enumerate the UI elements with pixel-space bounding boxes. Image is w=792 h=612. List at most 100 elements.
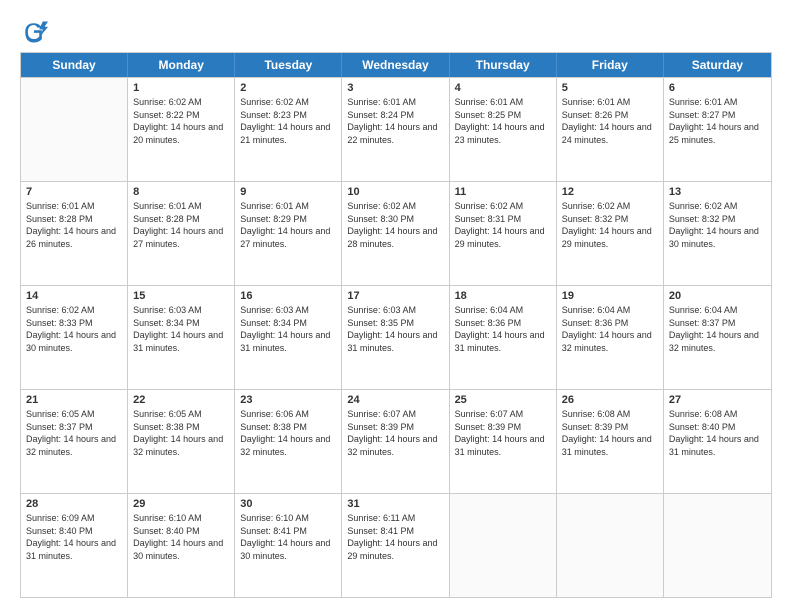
calendar-cell: [664, 494, 771, 597]
calendar-cell: [557, 494, 664, 597]
day-number: 14: [26, 290, 122, 302]
calendar-week: 28 Sunrise: 6:09 AM Sunset: 8:40 PM Dayli…: [21, 493, 771, 597]
cell-info: Sunrise: 6:05 AM Sunset: 8:37 PM Dayligh…: [26, 408, 122, 458]
cell-info: Sunrise: 6:01 AM Sunset: 8:26 PM Dayligh…: [562, 96, 658, 146]
day-number: 4: [455, 82, 551, 94]
day-number: 11: [455, 186, 551, 198]
calendar-cell: 1 Sunrise: 6:02 AM Sunset: 8:22 PM Daylig…: [128, 78, 235, 181]
calendar-cell: 16Sunrise: 6:03 AM Sunset: 8:34 PM Dayli…: [235, 286, 342, 389]
cell-info: Sunrise: 6:10 AM Sunset: 8:40 PM Dayligh…: [133, 512, 229, 562]
calendar-cell: 23 Sunrise: 6:06 AM Sunset: 8:38 PM Dayli…: [235, 390, 342, 493]
day-number: 20: [669, 290, 766, 302]
calendar: SundayMondayTuesdayWednesdayThursdayFrid…: [20, 52, 772, 598]
cell-info: Sunrise: 6:04 AM Sunset: 8:36 PM Dayligh…: [562, 304, 658, 354]
day-number: 2: [240, 82, 336, 94]
calendar-cell: 26Sunrise: 6:08 AM Sunset: 8:39 PM Dayli…: [557, 390, 664, 493]
day-number: 12: [562, 186, 658, 198]
cell-info: Sunrise: 6:08 AM Sunset: 8:40 PM Dayligh…: [669, 408, 766, 458]
day-number: 19: [562, 290, 658, 302]
calendar-cell: 18 Sunrise: 6:04 AM Sunset: 8:36 PM Dayli…: [450, 286, 557, 389]
cell-info: Sunrise: 6:04 AM Sunset: 8:36 PM Dayligh…: [455, 304, 551, 354]
cell-info: Sunrise: 6:08 AM Sunset: 8:39 PM Dayligh…: [562, 408, 658, 458]
calendar-cell: 22 Sunrise: 6:05 AM Sunset: 8:38 PM Dayli…: [128, 390, 235, 493]
day-number: 8: [133, 186, 229, 198]
calendar-cell: 8Sunrise: 6:01 AM Sunset: 8:28 PM Daylig…: [128, 182, 235, 285]
day-number: 1: [133, 82, 229, 94]
calendar-week: 1 Sunrise: 6:02 AM Sunset: 8:22 PM Daylig…: [21, 77, 771, 181]
cell-info: Sunrise: 6:04 AM Sunset: 8:37 PM Dayligh…: [669, 304, 766, 354]
day-number: 28: [26, 498, 122, 510]
cell-info: Sunrise: 6:02 AM Sunset: 8:23 PM Dayligh…: [240, 96, 336, 146]
day-number: 27: [669, 394, 766, 406]
calendar-cell: 9 Sunrise: 6:01 AM Sunset: 8:29 PM Daylig…: [235, 182, 342, 285]
cell-info: Sunrise: 6:09 AM Sunset: 8:40 PM Dayligh…: [26, 512, 122, 562]
calendar-page: SundayMondayTuesdayWednesdayThursdayFrid…: [0, 0, 792, 612]
calendar-header-cell: Wednesday: [342, 53, 449, 77]
calendar-cell: 29 Sunrise: 6:10 AM Sunset: 8:40 PM Dayli…: [128, 494, 235, 597]
cell-info: Sunrise: 6:02 AM Sunset: 8:33 PM Dayligh…: [26, 304, 122, 354]
cell-info: Sunrise: 6:11 AM Sunset: 8:41 PM Dayligh…: [347, 512, 443, 562]
calendar-week: 21 Sunrise: 6:05 AM Sunset: 8:37 PM Dayli…: [21, 389, 771, 493]
day-number: 23: [240, 394, 336, 406]
calendar-cell: 20 Sunrise: 6:04 AM Sunset: 8:37 PM Dayli…: [664, 286, 771, 389]
day-number: 3: [347, 82, 443, 94]
cell-info: Sunrise: 6:02 AM Sunset: 8:22 PM Dayligh…: [133, 96, 229, 146]
cell-info: Sunrise: 6:05 AM Sunset: 8:38 PM Dayligh…: [133, 408, 229, 458]
day-number: 7: [26, 186, 122, 198]
day-number: 24: [347, 394, 443, 406]
cell-info: Sunrise: 6:01 AM Sunset: 8:24 PM Dayligh…: [347, 96, 443, 146]
calendar-cell: 11Sunrise: 6:02 AM Sunset: 8:31 PM Dayli…: [450, 182, 557, 285]
cell-info: Sunrise: 6:06 AM Sunset: 8:38 PM Dayligh…: [240, 408, 336, 458]
day-number: 17: [347, 290, 443, 302]
calendar-cell: 25Sunrise: 6:07 AM Sunset: 8:39 PM Dayli…: [450, 390, 557, 493]
calendar-cell: 31 Sunrise: 6:11 AM Sunset: 8:41 PM Dayli…: [342, 494, 449, 597]
calendar-cell: 21 Sunrise: 6:05 AM Sunset: 8:37 PM Dayli…: [21, 390, 128, 493]
day-number: 21: [26, 394, 122, 406]
calendar-header-cell: Tuesday: [235, 53, 342, 77]
calendar-cell: [21, 78, 128, 181]
cell-info: Sunrise: 6:01 AM Sunset: 8:27 PM Dayligh…: [669, 96, 766, 146]
calendar-cell: 7 Sunrise: 6:01 AM Sunset: 8:28 PM Daylig…: [21, 182, 128, 285]
calendar-cell: 10Sunrise: 6:02 AM Sunset: 8:30 PM Dayli…: [342, 182, 449, 285]
calendar-body: 1 Sunrise: 6:02 AM Sunset: 8:22 PM Daylig…: [21, 77, 771, 597]
calendar-cell: 17Sunrise: 6:03 AM Sunset: 8:35 PM Dayli…: [342, 286, 449, 389]
calendar-cell: 30 Sunrise: 6:10 AM Sunset: 8:41 PM Dayli…: [235, 494, 342, 597]
cell-info: Sunrise: 6:10 AM Sunset: 8:41 PM Dayligh…: [240, 512, 336, 562]
calendar-cell: 5 Sunrise: 6:01 AM Sunset: 8:26 PM Daylig…: [557, 78, 664, 181]
day-number: 15: [133, 290, 229, 302]
day-number: 30: [240, 498, 336, 510]
calendar-cell: 28 Sunrise: 6:09 AM Sunset: 8:40 PM Dayli…: [21, 494, 128, 597]
calendar-week: 14 Sunrise: 6:02 AM Sunset: 8:33 PM Dayli…: [21, 285, 771, 389]
cell-info: Sunrise: 6:01 AM Sunset: 8:28 PM Dayligh…: [26, 200, 122, 250]
calendar-cell: 6 Sunrise: 6:01 AM Sunset: 8:27 PM Daylig…: [664, 78, 771, 181]
calendar-cell: 15 Sunrise: 6:03 AM Sunset: 8:34 PM Dayli…: [128, 286, 235, 389]
calendar-cell: 19 Sunrise: 6:04 AM Sunset: 8:36 PM Dayli…: [557, 286, 664, 389]
calendar-header-cell: Sunday: [21, 53, 128, 77]
calendar-cell: 4Sunrise: 6:01 AM Sunset: 8:25 PM Daylig…: [450, 78, 557, 181]
logo-icon: [20, 18, 48, 46]
day-number: 13: [669, 186, 766, 198]
day-number: 18: [455, 290, 551, 302]
day-number: 31: [347, 498, 443, 510]
cell-info: Sunrise: 6:02 AM Sunset: 8:32 PM Dayligh…: [562, 200, 658, 250]
calendar-cell: [450, 494, 557, 597]
day-number: 9: [240, 186, 336, 198]
page-header: [20, 18, 772, 46]
calendar-cell: 3 Sunrise: 6:01 AM Sunset: 8:24 PM Daylig…: [342, 78, 449, 181]
cell-info: Sunrise: 6:07 AM Sunset: 8:39 PM Dayligh…: [347, 408, 443, 458]
day-number: 25: [455, 394, 551, 406]
cell-info: Sunrise: 6:02 AM Sunset: 8:32 PM Dayligh…: [669, 200, 766, 250]
cell-info: Sunrise: 6:03 AM Sunset: 8:34 PM Dayligh…: [240, 304, 336, 354]
day-number: 5: [562, 82, 658, 94]
calendar-cell: 24 Sunrise: 6:07 AM Sunset: 8:39 PM Dayli…: [342, 390, 449, 493]
day-number: 22: [133, 394, 229, 406]
day-number: 6: [669, 82, 766, 94]
calendar-header-cell: Friday: [557, 53, 664, 77]
cell-info: Sunrise: 6:03 AM Sunset: 8:34 PM Dayligh…: [133, 304, 229, 354]
calendar-header-cell: Thursday: [450, 53, 557, 77]
cell-info: Sunrise: 6:01 AM Sunset: 8:29 PM Dayligh…: [240, 200, 336, 250]
logo: [20, 18, 52, 46]
calendar-week: 7 Sunrise: 6:01 AM Sunset: 8:28 PM Daylig…: [21, 181, 771, 285]
day-number: 29: [133, 498, 229, 510]
cell-info: Sunrise: 6:02 AM Sunset: 8:30 PM Dayligh…: [347, 200, 443, 250]
